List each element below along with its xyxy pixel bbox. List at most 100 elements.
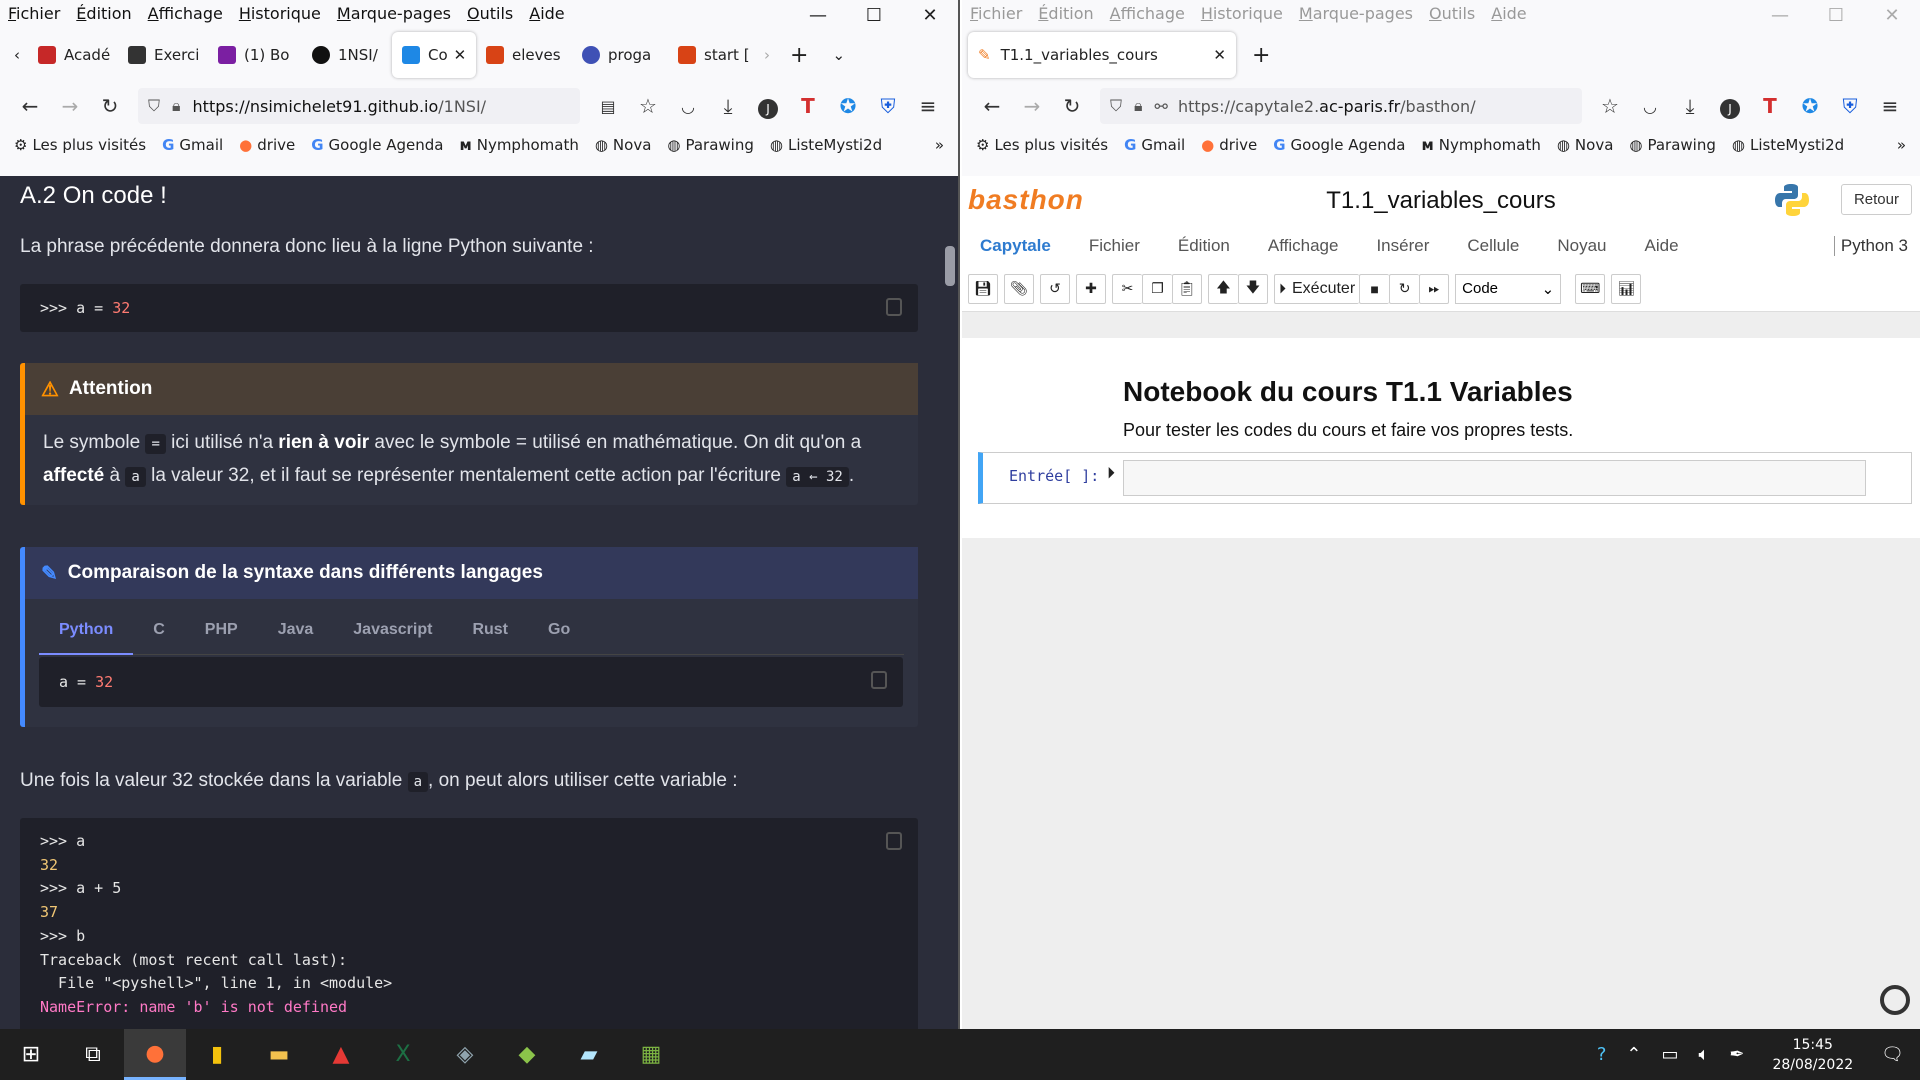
keyboard-icon[interactable]: ⌨ xyxy=(1575,273,1606,304)
git-icon[interactable]: ◆ xyxy=(496,1029,558,1080)
menu-edition[interactable]: Édition xyxy=(1178,236,1230,256)
menu-fichier[interactable]: Fichier xyxy=(8,4,60,23)
new-tab-icon[interactable]: + xyxy=(776,32,822,78)
windows-start-icon[interactable]: ⊞ xyxy=(0,1029,62,1080)
scrollbar-thumb[interactable] xyxy=(945,246,955,286)
bookmark-nova[interactable]: ◍ Nova xyxy=(595,136,652,154)
bookmark-parawing[interactable]: ◍ Parawing xyxy=(1629,136,1715,154)
file-explorer-icon[interactable]: ▬ xyxy=(248,1029,310,1080)
reload-icon[interactable]: ↻ xyxy=(1052,94,1092,118)
bookmark-parawing[interactable]: ◍ Parawing xyxy=(667,136,753,154)
tray-expand-icon[interactable]: ⌃ xyxy=(1626,1044,1641,1065)
task-view-icon[interactable]: ⧉ xyxy=(62,1029,124,1080)
tab-7[interactable]: proga xyxy=(572,32,668,78)
lang-tab-c[interactable]: C xyxy=(133,605,185,655)
lang-tab-java[interactable]: Java xyxy=(258,605,334,655)
tab-3[interactable]: (1) Bo xyxy=(208,32,302,78)
bookmark-nymphomath[interactable]: ᴍ Nymphomath xyxy=(1421,136,1540,154)
retour-button[interactable]: Retour xyxy=(1840,184,1912,215)
download-icon[interactable]: ⤓ xyxy=(708,94,748,118)
eraser-app-icon[interactable]: ▰ xyxy=(558,1029,620,1080)
menu-edition[interactable]: Édition xyxy=(1038,4,1093,23)
menu-affichage[interactable]: Affichage xyxy=(1110,4,1185,23)
copy-icon[interactable]: ❐ xyxy=(1142,273,1172,304)
chart-icon[interactable]: 📊︎ xyxy=(1611,273,1642,304)
hamburger-menu-icon[interactable]: ≡ xyxy=(1870,94,1910,118)
bookmark-gmail[interactable]: G Gmail xyxy=(162,136,223,154)
bookmark-listemysti2d[interactable]: ◍ ListeMysti2d xyxy=(1732,136,1844,154)
forward-icon[interactable]: → xyxy=(50,94,90,118)
account-icon[interactable]: J xyxy=(748,94,788,119)
move-down-icon[interactable]: 🡇 xyxy=(1238,273,1268,304)
menu-capytale[interactable]: Capytale xyxy=(980,236,1051,256)
move-up-icon[interactable]: 🡅 xyxy=(1208,273,1238,304)
menu-cellule[interactable]: Cellule xyxy=(1467,236,1519,256)
menu-outils[interactable]: Outils xyxy=(1429,4,1475,23)
tab-8[interactable]: start [ xyxy=(668,32,758,78)
tab-5-active[interactable]: Co ✕ xyxy=(392,32,476,78)
bookmark-nova[interactable]: ◍ Nova xyxy=(1557,136,1614,154)
code-cell[interactable]: Entrée[ ]: ⏵ xyxy=(978,452,1912,504)
menu-fichier[interactable]: Fichier xyxy=(1089,236,1140,256)
notes-taskbar-icon[interactable]: ▮ xyxy=(186,1029,248,1080)
pocket-icon[interactable]: ◡ xyxy=(1630,97,1670,116)
extension-star-icon[interactable]: ✪ xyxy=(1790,94,1830,118)
extension-t-icon[interactable]: T xyxy=(1750,94,1790,118)
help-lifebuoy-icon[interactable] xyxy=(1880,985,1910,1015)
bookmarks-overflow-icon[interactable]: » xyxy=(1897,136,1906,154)
tab-1[interactable]: Acadé xyxy=(28,32,118,78)
menu-fichier[interactable]: Fichier xyxy=(970,4,1022,23)
restart-icon[interactable]: ↻ xyxy=(1389,273,1420,304)
page-scrollbar[interactable] xyxy=(940,176,958,1029)
excel-icon[interactable]: X xyxy=(372,1029,434,1080)
lang-tab-rust[interactable]: Rust xyxy=(452,605,528,655)
download-icon[interactable]: ⤓ xyxy=(1670,94,1710,118)
back-icon[interactable]: ← xyxy=(972,94,1012,118)
menu-affichage[interactable]: Affichage xyxy=(1268,236,1339,256)
bookmark-google-agenda[interactable]: G Google Agenda xyxy=(1273,136,1405,154)
help-icon[interactable]: ? xyxy=(1597,1044,1607,1065)
bookmark-nymphomath[interactable]: ᴍ Nymphomath xyxy=(459,136,578,154)
bitwarden-icon[interactable]: ⛨ xyxy=(1830,94,1870,118)
notification-icon[interactable]: 🗨︎ xyxy=(1881,1044,1904,1065)
menu-aide[interactable]: Aide xyxy=(1645,236,1679,256)
lang-tab-javascript[interactable]: Javascript xyxy=(333,605,452,655)
password-manager-icon[interactable]: ◈ xyxy=(434,1029,496,1080)
paste-icon[interactable]: 📋︎ xyxy=(1172,273,1202,304)
star-icon[interactable]: ☆ xyxy=(628,94,668,118)
extension-t-icon[interactable]: T xyxy=(788,94,828,118)
menu-aide[interactable]: Aide xyxy=(1491,4,1526,23)
lang-tab-python[interactable]: Python xyxy=(39,605,134,655)
volume-icon[interactable]: 🔈︎ xyxy=(1699,1044,1710,1065)
reload-icon[interactable]: ↻ xyxy=(90,94,130,118)
undo-icon[interactable]: ↺ xyxy=(1040,273,1070,304)
account-icon[interactable]: J xyxy=(1710,94,1750,119)
menu-marque-pages[interactable]: Marque-pages xyxy=(337,4,451,23)
clock[interactable]: 15:45 28/08/2022 xyxy=(1772,1035,1853,1075)
menu-inserer[interactable]: Insérer xyxy=(1376,236,1429,256)
battery-icon[interactable]: ▭ xyxy=(1662,1044,1679,1065)
bitwarden-icon[interactable]: ⛨ xyxy=(868,94,908,118)
bookmarks-overflow-icon[interactable]: » xyxy=(935,136,944,154)
stop-icon[interactable]: ■ xyxy=(1359,273,1390,304)
tab-2[interactable]: Exerci xyxy=(118,32,208,78)
bookmark-google-agenda[interactable]: G Google Agenda xyxy=(311,136,443,154)
star-icon[interactable]: ☆ xyxy=(1590,94,1630,118)
firefox-taskbar-icon[interactable]: ● xyxy=(124,1029,186,1080)
cell-input[interactable] xyxy=(1123,460,1866,496)
bookmark-listemysti2d[interactable]: ◍ ListeMysti2d xyxy=(770,136,882,154)
tab-close-icon[interactable]: ✕ xyxy=(1213,46,1226,64)
attach-icon[interactable]: 📎︎ xyxy=(1004,273,1034,304)
bookmark-plus-visites[interactable]: ⚙ Les plus visités xyxy=(14,136,146,154)
lang-tab-go[interactable]: Go xyxy=(528,605,590,655)
forward-icon[interactable]: → xyxy=(1012,94,1052,118)
back-icon[interactable]: ← xyxy=(10,94,50,118)
tab-list-icon[interactable]: ⌄ xyxy=(822,32,855,78)
copy-icon[interactable] xyxy=(886,298,902,316)
copy-icon[interactable] xyxy=(871,671,887,689)
run-cell-icon[interactable]: ⏵ xyxy=(1107,465,1115,483)
fast-forward-icon[interactable]: ⏩︎ xyxy=(1419,273,1450,304)
tab-close-icon[interactable]: ✕ xyxy=(454,46,467,64)
acrobat-icon[interactable]: ▲ xyxy=(310,1029,372,1080)
menu-noyau[interactable]: Noyau xyxy=(1557,236,1606,256)
